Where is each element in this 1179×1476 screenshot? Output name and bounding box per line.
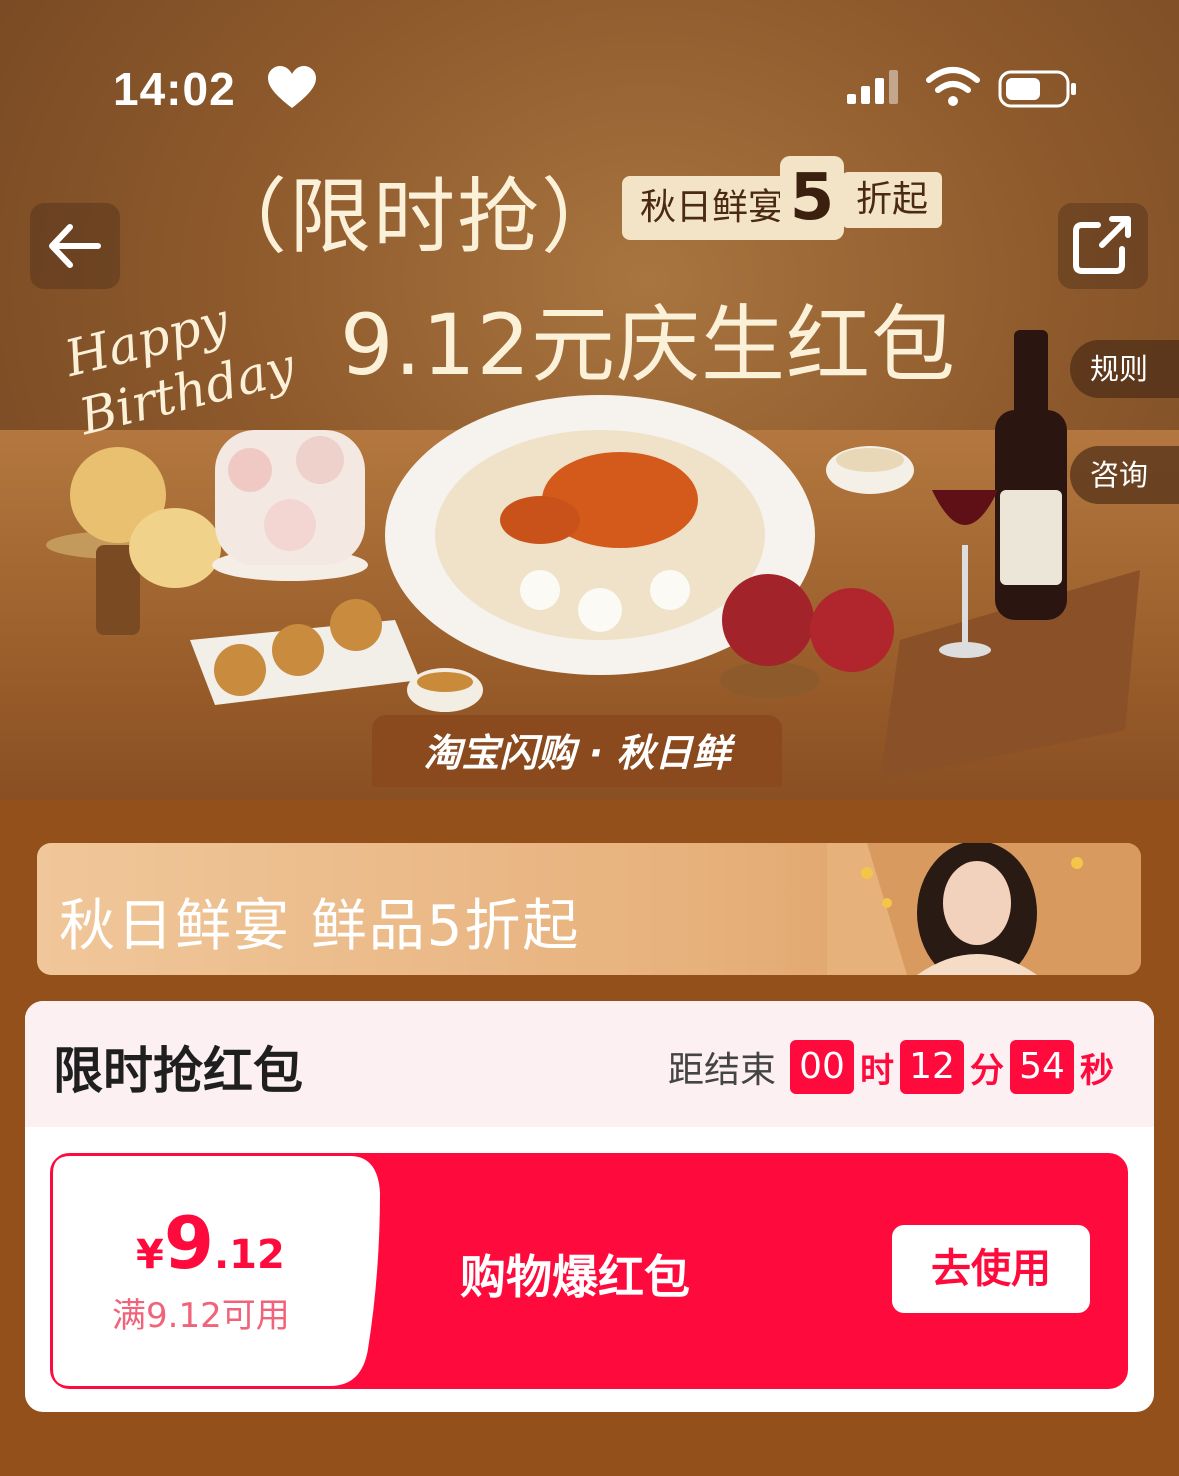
countdown-label: 距结束 <box>667 1050 776 1091</box>
flash-coupon-card: 限时抢红包 距结束 00 时 12 分 54 秒 ¥9.12 满9.12可用 购… <box>25 1001 1154 1412</box>
promo-subtitle: 9.12元庆生红包 <box>340 296 957 394</box>
countdown-seconds: 54 <box>1010 1040 1074 1094</box>
coupon[interactable]: ¥9.12 满9.12可用 购物爆红包 去使用 <box>50 1153 1128 1389</box>
battery-icon <box>998 70 1076 108</box>
card-header: 限时抢红包 距结束 00 时 12 分 54 秒 <box>25 1001 1154 1127</box>
back-button[interactable] <box>30 203 120 289</box>
autumn-feast-banner[interactable]: 秋日鲜宴 鲜品5折起 <box>37 843 1141 975</box>
back-arrow-icon <box>49 224 101 268</box>
sub-banner-title: 秋日鲜宴 鲜品5折起 <box>59 894 581 959</box>
promo-title: （限时抢） <box>205 170 626 265</box>
price-integer: 9 <box>163 1201 214 1285</box>
share-icon <box>1073 216 1131 274</box>
wifi-icon <box>926 67 980 106</box>
hero-banner: 14:02 规则 咨询 （限时抢） 秋日鲜宴 5 折起 9.12元庆生红包 Ha… <box>0 0 1179 800</box>
signal-icon <box>847 70 898 104</box>
countdown-minutes: 12 <box>900 1040 964 1094</box>
promo-tag: 秋日鲜宴 <box>622 176 803 240</box>
consult-tab[interactable]: 咨询 <box>1070 446 1179 504</box>
promo-tag-tail: 折起 <box>842 172 943 228</box>
status-time: 14:02 <box>113 63 236 115</box>
use-coupon-button[interactable]: 去使用 <box>892 1225 1090 1313</box>
coupon-condition: 满9.12可用 <box>112 1296 290 1336</box>
share-button[interactable] <box>1058 203 1148 289</box>
countdown-minutes-unit: 分 <box>970 1050 1004 1091</box>
heart-icon <box>268 66 316 108</box>
price-currency: ¥ <box>136 1232 164 1278</box>
promo-tag-number: 5 <box>780 156 844 240</box>
endorser-image <box>827 843 1141 975</box>
countdown-hours: 00 <box>790 1040 854 1094</box>
card-title: 限时抢红包 <box>53 1042 303 1100</box>
countdown-timer: 距结束 00 时 12 分 54 秒 <box>668 1039 1120 1095</box>
countdown-seconds-unit: 秒 <box>1080 1050 1114 1091</box>
coupon-name: 购物爆红包 <box>460 1250 690 1304</box>
coupon-price: ¥9.12 <box>136 1201 285 1285</box>
brand-label: 淘宝闪购 · 秋日鲜 <box>372 715 782 787</box>
countdown-hours-unit: 时 <box>860 1050 894 1091</box>
rules-tab[interactable]: 规则 <box>1070 340 1179 398</box>
price-decimal: .12 <box>213 1232 285 1278</box>
